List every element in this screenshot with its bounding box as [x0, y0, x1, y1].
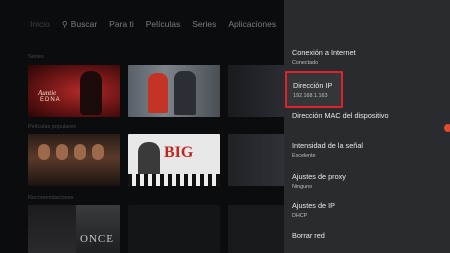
poster-text-line2: EDNA [40, 97, 61, 103]
poster-auntie-edna[interactable]: Auntie EDNA [28, 65, 120, 117]
poster-face [56, 144, 68, 160]
poster-piano-floor [128, 174, 220, 186]
setting-title: Borrar red [292, 231, 325, 240]
nav-home[interactable]: Inicio [30, 19, 50, 29]
poster-partial[interactable] [228, 65, 284, 117]
poster-text-line1: Auntie [38, 89, 57, 97]
top-navigation: Inicio ⚲ Buscar Para ti Películas Series… [30, 19, 288, 29]
search-icon: ⚲ [61, 19, 68, 29]
setting-title: Ajustes de IP [292, 201, 335, 210]
setting-value: DHCP [292, 213, 308, 219]
setting-title: Conexión a Internet [292, 48, 356, 57]
scroll-indicator [444, 124, 450, 132]
poster-figure [174, 71, 196, 115]
poster-face [92, 144, 104, 160]
setting-internet-connection[interactable]: Conexión a Internet Conectado [292, 48, 442, 66]
setting-mac-address[interactable]: Dirección MAC del dispositivo [292, 111, 442, 120]
row-title-1: Series [28, 54, 44, 60]
row-title-2: Películas populares [28, 124, 77, 130]
poster-figure [80, 71, 102, 115]
setting-ip-address[interactable]: Dirección IP 192.168.1.163 [285, 71, 343, 108]
poster-face [38, 144, 50, 160]
setting-title: Intensidad de la señal [292, 141, 363, 150]
poster-group-movie[interactable] [28, 134, 120, 186]
setting-forget-network[interactable]: Borrar red [292, 231, 442, 240]
poster-once[interactable]: ONCE [76, 205, 120, 253]
setting-value: 192.168.1.163 [293, 93, 328, 99]
setting-proxy[interactable]: Ajustes de proxy Ninguno [292, 172, 442, 190]
poster-face [74, 144, 86, 160]
poster-partial[interactable] [228, 134, 284, 186]
network-settings-panel: Conexión a Internet Conectado Dirección … [284, 0, 450, 253]
row-title-3: Recomendaciones [28, 195, 74, 201]
setting-value: Conectado [292, 60, 319, 66]
poster-bottom-3[interactable] [128, 205, 220, 253]
poster-bottom-4[interactable] [228, 205, 284, 253]
setting-ip-settings[interactable]: Ajustes de IP DHCP [292, 201, 442, 219]
poster-incredibles[interactable] [128, 65, 220, 117]
poster-figure [138, 142, 160, 176]
nav-for-you[interactable]: Para ti [109, 19, 134, 29]
setting-value: Ninguno [292, 184, 313, 190]
setting-value: Excelente [292, 153, 316, 159]
nav-search-label: Buscar [70, 19, 98, 29]
nav-apps[interactable]: Aplicaciones [228, 19, 276, 29]
poster-once-title: ONCE [80, 233, 114, 245]
poster-big[interactable]: BIG [128, 134, 220, 186]
nav-search[interactable]: ⚲ Buscar [62, 19, 97, 29]
nav-movies[interactable]: Películas [146, 19, 181, 29]
nav-series[interactable]: Series [192, 19, 216, 29]
setting-signal-strength[interactable]: Intensidad de la señal Excelente [292, 141, 442, 159]
poster-big-title: BIG [164, 144, 194, 161]
setting-title: Ajustes de proxy [292, 172, 346, 181]
setting-title: Dirección MAC del dispositivo [292, 111, 389, 120]
setting-title: Dirección IP [293, 81, 333, 90]
poster-figure [148, 73, 168, 113]
